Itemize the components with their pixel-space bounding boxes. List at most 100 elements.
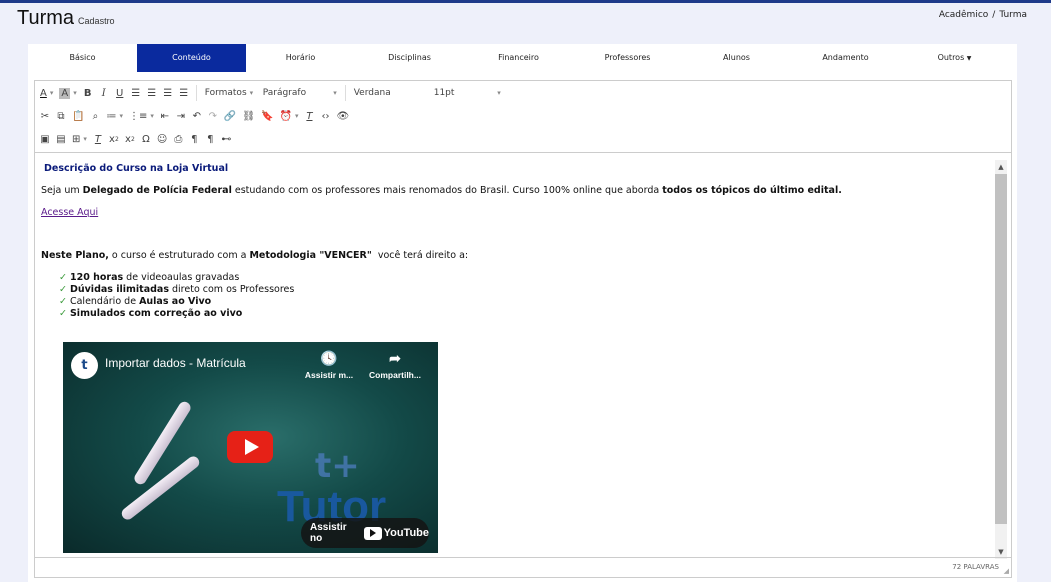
bookmark-icon[interactable]: 🔖 — [258, 107, 276, 125]
tab-bar: Básico Conteúdo Horário Disciplinas Fina… — [28, 44, 1017, 72]
numbered-list-icon[interactable]: ⋮≡ ▾ — [126, 107, 157, 125]
breadcrumb-item-turma: Turma — [999, 10, 1027, 20]
video-title[interactable]: Importar dados - Matrícula — [105, 356, 246, 370]
align-justify-icon[interactable]: ☰ — [176, 84, 192, 102]
cut-icon[interactable]: ✂ — [37, 107, 53, 125]
subscript-icon[interactable]: x2 — [106, 130, 122, 148]
remove-format-icon[interactable]: T — [90, 130, 106, 148]
text-color-icon[interactable]: A ▾ — [37, 84, 56, 102]
clock-icon: 🕓 — [320, 350, 338, 366]
list-item-bold: Aulas ao Vivo — [139, 296, 212, 307]
share-button[interactable]: ➦ Compartilh... — [365, 350, 425, 380]
show-blocks-icon[interactable]: ¶ — [202, 130, 218, 148]
toolbar-divider — [344, 85, 346, 101]
tab-basico[interactable]: Básico — [28, 44, 137, 72]
tab-outros[interactable]: Outros ▼ — [900, 44, 1009, 72]
scroll-up-icon[interactable]: ▲ — [995, 160, 1007, 174]
tab-conteudo[interactable]: Conteúdo — [137, 44, 246, 72]
rich-text-editor: A ▾ A ▾ B I U ☰ ☰ ☰ ☰ Formatos ▾ Parágrafo ▾… — [34, 80, 1012, 578]
unlink-icon[interactable]: ⛓ — [239, 107, 258, 125]
toolbar-divider — [195, 85, 197, 101]
watch-later-button[interactable]: 🕓 Assistir m... — [299, 350, 359, 380]
editor-content[interactable]: Descrição do Curso na Loja Virtual Seja … — [35, 154, 995, 559]
breadcrumb-separator: / — [992, 10, 996, 20]
source-code-icon[interactable]: ‹› — [317, 107, 333, 125]
tab-disciplinas[interactable]: Disciplinas — [355, 44, 464, 72]
media-icon[interactable]: ▤ — [53, 130, 69, 148]
toolbar-row-1: A ▾ A ▾ B I U ☰ ☰ ☰ ☰ Formatos ▾ Parágrafo ▾… — [37, 82, 505, 104]
main-card: Básico Conteúdo Horário Disciplinas Fina… — [28, 44, 1017, 582]
tab-horario[interactable]: Horário — [246, 44, 355, 72]
paragraph-mark-icon[interactable]: ¶ — [186, 130, 202, 148]
find-replace-icon[interactable]: ⌕ — [87, 107, 103, 125]
check-icon: ✓ — [59, 272, 67, 283]
toolbar-row-2: ✂ ⧉ 📋 ⌕ ≔ ▾ ⋮≡ ▾ ⇤ ⇥ ↶ ↷ 🔗 ⛓ 🔖 ⏰ ▾ T ‹› 👁 — [37, 105, 352, 127]
special-character-icon[interactable]: Ω — [138, 130, 154, 148]
page-title: Turma Cadastro — [17, 7, 115, 30]
watch-later-label: Assistir m... — [304, 370, 354, 380]
link-icon[interactable]: 🔗 — [221, 107, 239, 125]
editor-statusbar: 72 PALAVRAS ◢ — [35, 557, 1011, 577]
background-color-icon[interactable]: A ▾ — [56, 84, 79, 102]
plan-text-2: você terá direito a: — [371, 250, 469, 261]
breadcrumb-item-academico[interactable]: Acadêmico — [939, 10, 988, 20]
list-item-text: Calendário de — [69, 296, 140, 307]
emoticons-icon[interactable]: ☺ — [154, 130, 170, 148]
page-subtitle: Cadastro — [78, 16, 115, 26]
tab-andamento[interactable]: Andamento — [791, 44, 900, 72]
align-center-icon[interactable]: ☰ — [144, 84, 160, 102]
formats-label: Formatos — [204, 88, 247, 98]
toolbar-row-3: ▣ ▤ ⊞ ▾ T x2 x2 Ω ☺ ⎙ ¶ ¶ ⊷ — [37, 128, 234, 150]
bullet-list-icon[interactable]: ≔ ▾ — [103, 107, 126, 125]
superscript-icon[interactable]: x2 — [122, 130, 138, 148]
image-icon[interactable]: ▣ — [37, 130, 53, 148]
redo-icon[interactable]: ↷ — [205, 107, 221, 125]
play-button[interactable] — [227, 431, 273, 463]
plan-text-1: o curso é estruturado com a — [108, 250, 250, 261]
font-size-dropdown[interactable]: 11pt ▾ — [430, 84, 505, 102]
list-item-bold: Simulados com correção ao vivo — [69, 308, 243, 319]
alarm-clock-icon[interactable]: ⏰ ▾ — [276, 107, 301, 125]
italic-icon[interactable]: I — [96, 84, 112, 102]
word-count: 72 PALAVRAS — [952, 563, 999, 571]
content-scrollbar[interactable]: ▲ ▼ — [995, 160, 1007, 559]
preview-eye-icon[interactable]: 👁 — [333, 107, 352, 125]
list-item-text: de videoaulas gravadas — [123, 272, 240, 283]
underline-icon[interactable]: U — [112, 84, 128, 102]
formats-dropdown[interactable]: Formatos ▾ — [201, 84, 259, 102]
outdent-icon[interactable]: ⇤ — [157, 107, 173, 125]
resize-handle-icon[interactable]: ◢ — [1004, 567, 1009, 575]
caret-down-icon: ▼ — [966, 55, 972, 62]
tab-financeiro[interactable]: Financeiro — [464, 44, 573, 72]
align-left-icon[interactable]: ☰ — [128, 84, 144, 102]
horizontal-rule-icon[interactable]: ⊷ — [218, 130, 234, 148]
list-item: ✓ Simulados com correção ao vivo — [59, 308, 242, 319]
align-right-icon[interactable]: ☰ — [160, 84, 176, 102]
breadcrumb: Acadêmico / Turma — [939, 10, 1027, 20]
paste-icon[interactable]: 📋 — [69, 107, 87, 125]
tutor-logo-icon: t+ — [315, 446, 360, 486]
clear-formatting-icon[interactable]: T — [301, 107, 317, 125]
list-item-bold: 120 horas — [69, 272, 124, 283]
print-icon[interactable]: ⎙ — [170, 130, 186, 148]
tab-professores[interactable]: Professores — [573, 44, 682, 72]
copy-icon[interactable]: ⧉ — [53, 107, 69, 125]
list-item: ✓ 120 horas de videoaulas gravadas — [59, 272, 239, 283]
table-icon[interactable]: ⊞ ▾ — [69, 130, 90, 148]
tab-alunos[interactable]: Alunos — [682, 44, 791, 72]
intro-bold-2: todos os tópicos do último edital. — [662, 185, 842, 196]
channel-avatar[interactable]: t — [71, 352, 98, 379]
acesse-aqui-link[interactable]: Acesse Aqui — [41, 207, 98, 218]
youtube-logo: YouTube — [363, 526, 429, 540]
watch-on-youtube-button[interactable]: Assistir no YouTube — [301, 518, 429, 548]
youtube-video-embed[interactable]: t+ Tutor t Importar dados - Matrícula 🕓 A… — [63, 342, 438, 553]
font-family-dropdown[interactable]: Verdana — [350, 84, 430, 102]
font-family-label: Verdana — [353, 88, 391, 98]
indent-icon[interactable]: ⇥ — [173, 107, 189, 125]
paragraph-label: Parágrafo — [262, 88, 307, 98]
paragraph-dropdown[interactable]: Parágrafo ▾ — [259, 84, 341, 102]
scrollbar-thumb[interactable] — [995, 174, 1007, 524]
share-label: Compartilh... — [369, 370, 421, 380]
undo-icon[interactable]: ↶ — [189, 107, 205, 125]
bold-icon[interactable]: B — [80, 84, 96, 102]
